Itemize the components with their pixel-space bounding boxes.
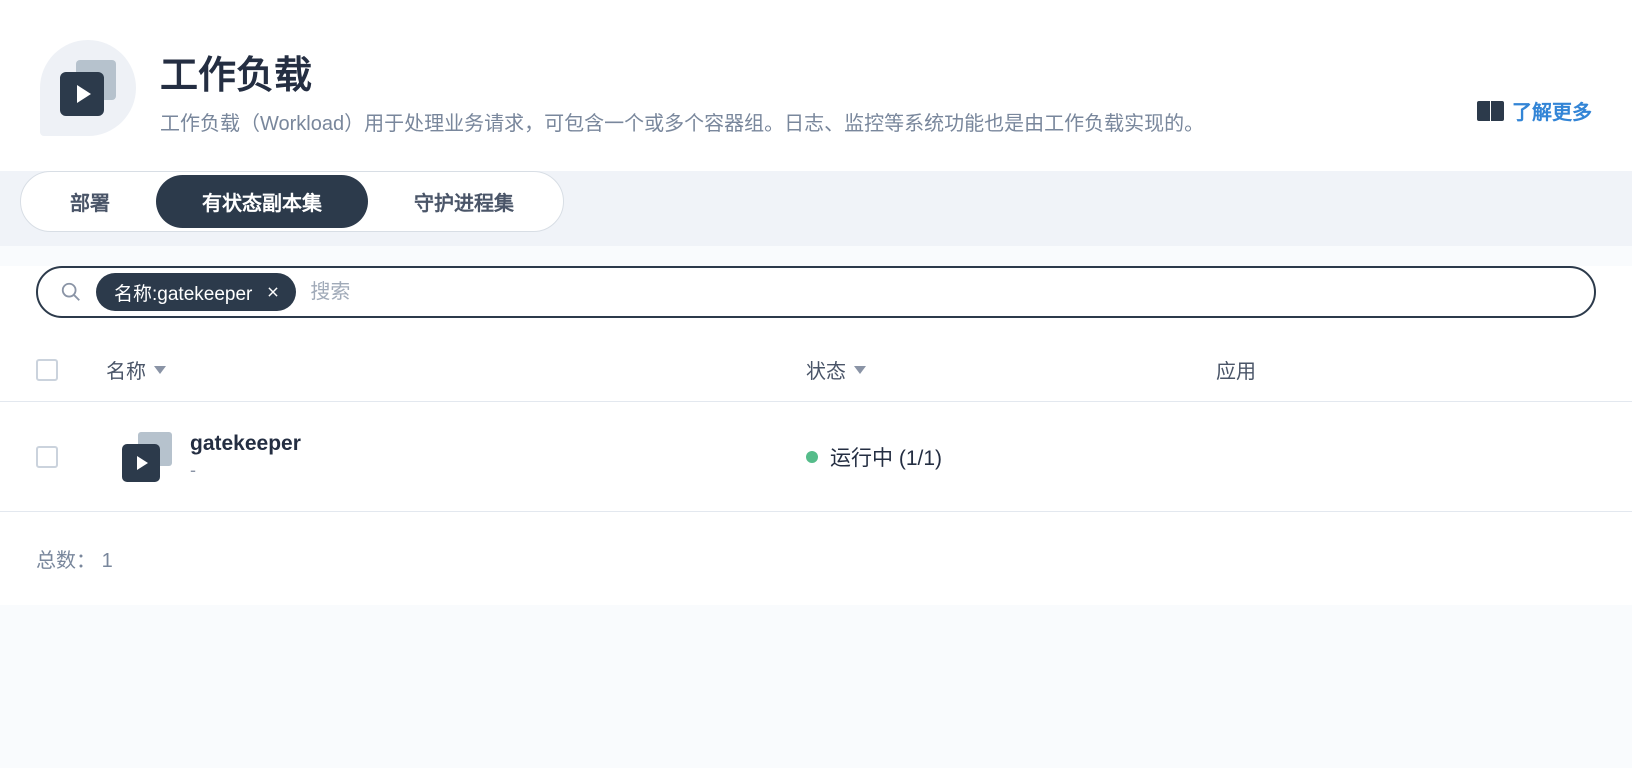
filter-chip-remove[interactable] — [264, 283, 282, 301]
row-name[interactable]: gatekeeper — [190, 432, 301, 456]
table-footer: 总数： 1 — [0, 512, 1632, 605]
page-description: 工作负载（Workload）用于处理业务请求，可包含一个或多个容器组。日志、监控… — [160, 109, 1453, 139]
column-header-app: 应用 — [1216, 355, 1596, 384]
tabs-bar: 部署 有状态副本集 守护进程集 — [0, 171, 1632, 246]
select-all-checkbox[interactable] — [36, 359, 58, 381]
chevron-down-icon — [854, 366, 866, 374]
search-input[interactable] — [310, 281, 1586, 304]
row-subtitle: - — [190, 460, 301, 481]
total-label: 总数： — [36, 550, 96, 572]
content-panel: 名称:gatekeeper 名称 — [0, 266, 1632, 605]
tab-daemonsets[interactable]: 守护进程集 — [368, 175, 560, 228]
tab-deployments[interactable]: 部署 — [24, 175, 156, 228]
table-row[interactable]: gatekeeper - 运行中 (1/1) — [0, 402, 1632, 512]
column-app-label: 应用 — [1216, 355, 1256, 384]
row-checkbox[interactable] — [36, 446, 58, 468]
workloads-table: 名称 状态 应用 — [0, 338, 1632, 512]
close-icon — [266, 285, 280, 299]
tabs-pill: 部署 有状态副本集 守护进程集 — [20, 171, 564, 232]
column-header-name[interactable]: 名称 — [106, 355, 166, 384]
total-value: 1 — [102, 550, 113, 572]
column-status-label: 状态 — [806, 355, 846, 384]
learn-more-label: 了解更多 — [1512, 96, 1592, 125]
workload-page-icon — [40, 40, 136, 136]
workload-icon — [60, 60, 116, 116]
workload-icon — [122, 432, 172, 482]
learn-more-link[interactable]: 了解更多 — [1477, 96, 1592, 125]
column-header-status[interactable]: 状态 — [806, 355, 866, 384]
column-name-label: 名称 — [106, 355, 146, 384]
status-indicator-dot — [806, 451, 818, 463]
filter-chip-label: 名称:gatekeeper — [114, 279, 252, 306]
table-header-row: 名称 状态 应用 — [0, 338, 1632, 402]
page-header: 工作负载 工作负载（Workload）用于处理业务请求，可包含一个或多个容器组。… — [0, 0, 1632, 171]
tab-statefulsets[interactable]: 有状态副本集 — [156, 175, 368, 228]
search-bar[interactable]: 名称:gatekeeper — [36, 266, 1596, 318]
book-icon — [1477, 101, 1504, 121]
chevron-down-icon — [154, 366, 166, 374]
search-icon — [60, 281, 82, 303]
page-title: 工作负载 — [160, 44, 1453, 99]
filter-chip-name[interactable]: 名称:gatekeeper — [96, 273, 296, 311]
status-text: 运行中 (1/1) — [830, 442, 942, 472]
